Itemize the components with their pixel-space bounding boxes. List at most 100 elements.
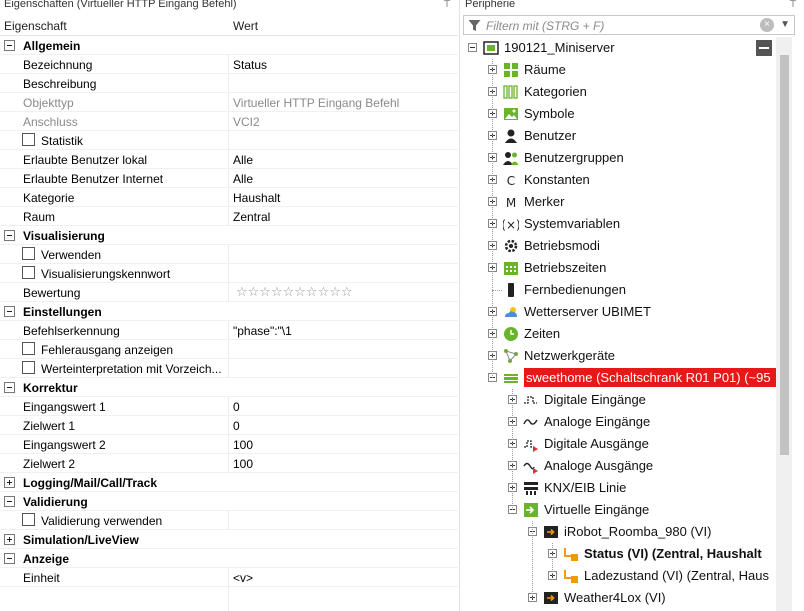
column-header-name[interactable]: Eigenschaft <box>4 19 67 33</box>
expand-icon[interactable] <box>4 534 15 545</box>
property-checkbox-row[interactable]: Statistik <box>0 131 458 150</box>
tree-item[interactable]: Fernbedienungen <box>460 279 776 301</box>
tree-item[interactable]: Digitale Eingänge <box>460 389 776 411</box>
category-row[interactable]: Einstellungen <box>0 302 458 321</box>
tree-item-label: Ladezustand (VI) (Zentral, Haus <box>584 568 769 583</box>
category-row[interactable]: Simulation/LiveView <box>0 530 458 549</box>
property-value[interactable]: Zentral <box>233 210 270 224</box>
property-value[interactable]: "phase":"\1 <box>233 324 292 338</box>
tree-item[interactable]: Kategorien <box>460 81 776 103</box>
scrollbar-thumb[interactable] <box>780 55 789 455</box>
property-row[interactable]: Bewertung ☆☆☆☆☆☆☆☆☆☆ <box>0 283 458 302</box>
filter-dropdown-icon[interactable]: ▼ <box>780 19 790 30</box>
collapse-icon[interactable] <box>468 43 477 52</box>
collapse-icon[interactable] <box>4 496 15 507</box>
tree-item-label: KNX/EIB Linie <box>544 480 627 495</box>
tree-item[interactable]: C Konstanten <box>460 169 776 191</box>
tree-item[interactable]: M Merker <box>460 191 776 213</box>
tree-item[interactable]: Ladezustand (VI) (Zentral, Haus <box>460 565 776 587</box>
checkbox[interactable] <box>22 266 35 279</box>
category-row[interactable]: Validierung <box>0 492 458 511</box>
checkbox[interactable] <box>22 342 35 355</box>
property-row[interactable]: Erlaubte Benutzer lokal Alle <box>0 150 458 169</box>
pin-icon[interactable]: ⍑ <box>444 0 450 10</box>
category-label: Validierung <box>23 495 88 509</box>
property-value[interactable]: Status <box>233 58 267 72</box>
property-value[interactable]: VCI2 <box>233 115 260 129</box>
property-row[interactable]: Einheit <v> <box>0 568 458 587</box>
property-row[interactable]: Befehlserkennung "phase":"\1 <box>0 321 458 340</box>
property-row[interactable]: Anschluss VCI2 <box>0 112 458 131</box>
tree-item[interactable]: iRobot_Roomba_980 (VI) <box>460 521 776 543</box>
tree-item[interactable]: 190121_Miniserver <box>460 37 776 59</box>
property-row[interactable]: Objekttyp Virtueller HTTP Eingang Befehl <box>0 93 458 112</box>
property-row[interactable]: Raum Zentral <box>0 207 458 226</box>
pin-icon[interactable]: ⍑ <box>790 0 796 10</box>
property-value[interactable]: Haushalt <box>233 191 280 205</box>
property-row[interactable]: Zielwert 2 100 <box>0 454 458 473</box>
tree-item[interactable]: Symbole <box>460 103 776 125</box>
checkbox[interactable] <box>22 361 35 374</box>
tree-item[interactable]: Betriebsmodi <box>460 235 776 257</box>
tree-item[interactable]: Räume <box>460 59 776 81</box>
tree-item[interactable]: Wetterserver UBIMET <box>460 301 776 323</box>
tree-item[interactable]: Status (VI) (Zentral, Haushalt <box>460 543 776 565</box>
property-value[interactable]: 0 <box>233 400 240 414</box>
property-value[interactable]: <v> <box>233 571 253 585</box>
property-checkbox-row[interactable]: Visualisierungskennwort <box>0 264 458 283</box>
property-value[interactable]: Alle <box>233 172 253 186</box>
tree-item[interactable]: Benutzer <box>460 125 776 147</box>
property-value[interactable]: 100 <box>233 457 253 471</box>
collapse-icon[interactable] <box>4 40 15 51</box>
system-variables-icon: (×) <box>501 216 520 232</box>
rating-stars[interactable]: ☆☆☆☆☆☆☆☆☆☆ <box>236 285 353 300</box>
tree-item[interactable]: sweethome (Schaltschrank R01 P01) (~95 <box>460 367 776 389</box>
tree-item[interactable]: Weather4Lox (VI) <box>460 587 776 609</box>
tree-item[interactable]: (×) Systemvariablen <box>460 213 776 235</box>
property-row[interactable]: Erlaubte Benutzer Internet Alle <box>0 169 458 188</box>
property-row[interactable]: Bezeichnung Status <box>0 55 458 74</box>
category-row[interactable]: Logging/Mail/Call/Track <box>0 473 458 492</box>
property-checkbox-row[interactable]: Verwenden <box>0 245 458 264</box>
checkbox[interactable] <box>22 247 35 260</box>
checkbox[interactable] <box>22 513 35 526</box>
tree-item-label: Systemvariablen <box>524 216 621 231</box>
tree-item[interactable]: Benutzergruppen <box>460 147 776 169</box>
virtual-input-icon <box>523 502 539 518</box>
tree-item[interactable]: KNX/EIB Linie <box>460 477 776 499</box>
collapse-icon[interactable] <box>4 382 15 393</box>
property-row[interactable]: Kategorie Haushalt <box>0 188 458 207</box>
property-value[interactable]: 0 <box>233 419 240 433</box>
tree-item[interactable]: Digitale Ausgänge <box>460 433 776 455</box>
category-row[interactable]: Visualisierung <box>0 226 458 245</box>
property-name: Einheit <box>23 571 60 585</box>
property-checkbox-row[interactable]: Fehlerausgang anzeigen <box>0 340 458 359</box>
category-row[interactable]: Anzeige <box>0 549 458 568</box>
property-row[interactable]: Zielwert 1 0 <box>0 416 458 435</box>
tree-item[interactable]: Virtuelle Eingänge <box>460 499 776 521</box>
property-value[interactable]: 100 <box>233 438 253 452</box>
clear-filter-icon[interactable]: × <box>760 18 774 32</box>
property-checkbox-row[interactable]: Werteinterpretation mit Vorzeich... <box>0 359 458 378</box>
checkbox[interactable] <box>22 133 35 146</box>
property-value[interactable]: Alle <box>233 153 253 167</box>
tree-item[interactable]: Analoge Eingänge <box>460 411 776 433</box>
filter-input[interactable]: Filtern mit (STRG + F) × ▼ <box>463 15 795 35</box>
collapse-icon[interactable] <box>4 306 15 317</box>
property-row[interactable]: Eingangswert 1 0 <box>0 397 458 416</box>
tree-item-label: sweethome (Schaltschrank R01 P01) (~95 <box>524 368 776 387</box>
category-row[interactable]: Korrektur <box>0 378 458 397</box>
column-header-value[interactable]: Wert <box>233 19 258 33</box>
collapse-icon[interactable] <box>4 553 15 564</box>
tree-item[interactable]: Netzwerkgeräte <box>460 345 776 367</box>
collapse-icon[interactable] <box>4 230 15 241</box>
property-row[interactable]: Beschreibung <box>0 74 458 93</box>
category-row[interactable]: Allgemein <box>0 36 458 55</box>
tree-item[interactable]: Zeiten <box>460 323 776 345</box>
expand-icon[interactable] <box>4 477 15 488</box>
property-value[interactable]: Virtueller HTTP Eingang Befehl <box>233 96 399 110</box>
property-row[interactable]: Eingangswert 2 100 <box>0 435 458 454</box>
tree-item[interactable]: Betriebszeiten <box>460 257 776 279</box>
tree-item[interactable]: Analoge Ausgänge <box>460 455 776 477</box>
property-checkbox-row[interactable]: Validierung verwenden <box>0 511 458 530</box>
